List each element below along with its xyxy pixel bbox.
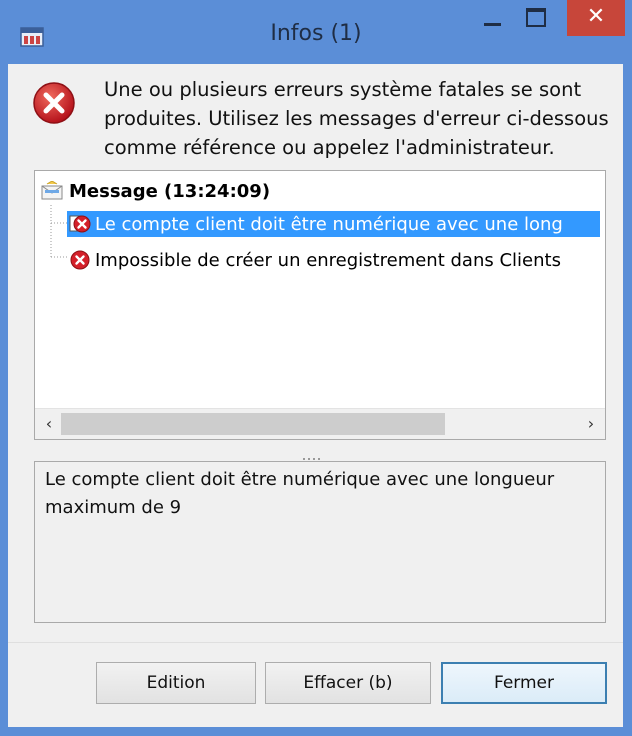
- tree-root-message[interactable]: Message (13:24:09): [41, 179, 270, 203]
- message-detail-text: Le compte client doit être numérique ave…: [45, 469, 555, 518]
- error-icon: [70, 250, 90, 270]
- message-tree[interactable]: Message (13:24:09) Le compte client doit…: [34, 170, 606, 440]
- fermer-button[interactable]: Fermer: [441, 662, 607, 704]
- footer-divider: [8, 642, 623, 643]
- dialog-body: Une ou plusieurs erreurs système fatales…: [8, 64, 623, 727]
- maximize-icon: [526, 8, 546, 27]
- edition-button[interactable]: Edition: [96, 662, 256, 704]
- splitter-handle[interactable]: [303, 445, 331, 460]
- error-summary-text: Une ou plusieurs erreurs système fatales…: [104, 78, 609, 159]
- maximize-button[interactable]: [518, 0, 554, 36]
- error-doc-icon: [69, 215, 91, 233]
- close-button[interactable]: ✕: [567, 0, 625, 36]
- tree-root-label: Message (13:24:09): [69, 180, 271, 202]
- message-detail-panel: Le compte client doit être numérique ave…: [34, 461, 606, 623]
- close-icon: ✕: [586, 4, 606, 29]
- tree-item-label: Le compte client doit être numérique ave…: [95, 213, 563, 235]
- title-bar[interactable]: Infos (1) ✕: [0, 0, 632, 64]
- effacer-button[interactable]: Effacer (b): [265, 662, 431, 704]
- horizontal-scrollbar[interactable]: ‹ ›: [35, 408, 605, 439]
- scroll-left-icon[interactable]: ‹: [39, 414, 59, 434]
- tree-item-error-1[interactable]: Le compte client doit être numérique ave…: [67, 211, 600, 237]
- envelope-icon: [41, 181, 63, 200]
- minimize-icon: [484, 23, 501, 26]
- infos-dialog: Infos (1) ✕ Une ou plusieurs erreurs sys…: [0, 0, 632, 736]
- error-icon: [33, 82, 75, 124]
- scroll-right-icon[interactable]: ›: [581, 414, 601, 434]
- tree-item-error-2[interactable]: Impossible de créer un enregistrement da…: [67, 247, 600, 273]
- scrollbar-thumb[interactable]: [61, 413, 445, 435]
- tree-item-label: Impossible de créer un enregistrement da…: [95, 249, 561, 271]
- minimize-button[interactable]: [474, 0, 510, 36]
